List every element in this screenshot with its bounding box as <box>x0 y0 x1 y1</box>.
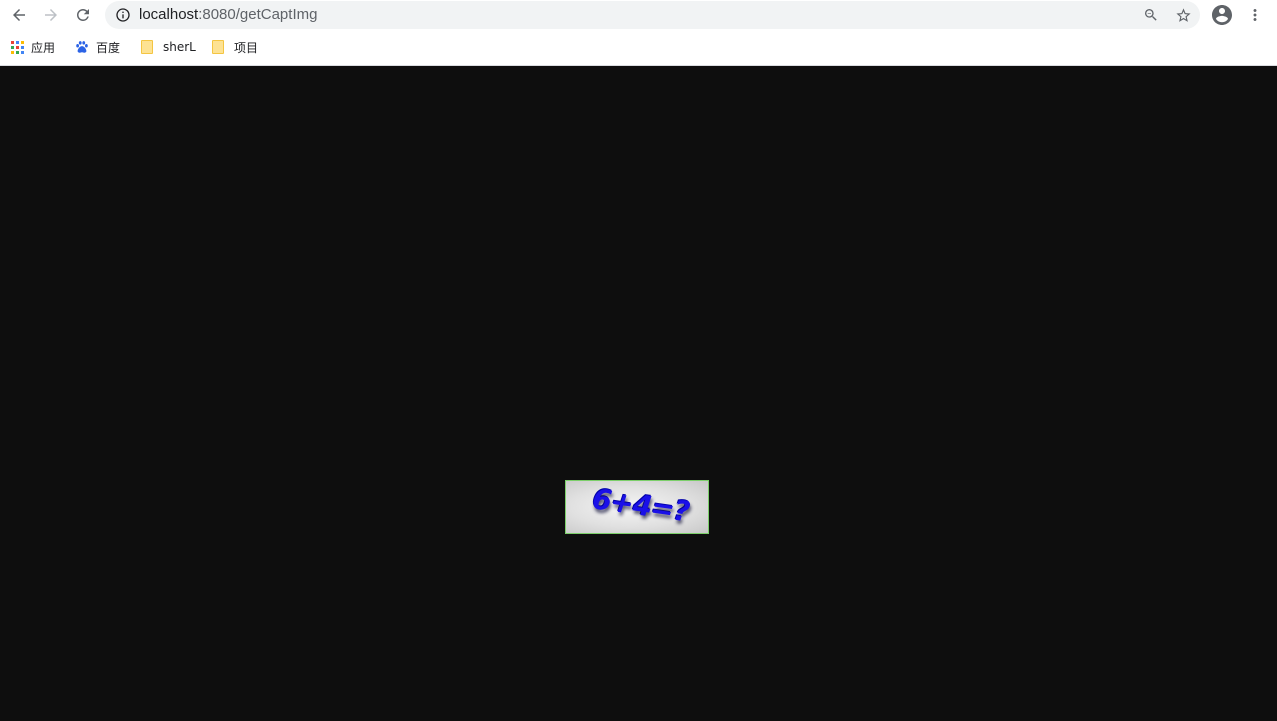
bookmark-label: sherL <box>163 40 196 54</box>
address-bar[interactable]: localhost:8080/getCaptImg <box>105 1 1200 29</box>
menu-button[interactable] <box>1243 3 1267 27</box>
arrow-right-icon <box>45 9 57 21</box>
captcha-text: 6+4=? <box>587 482 694 529</box>
url-text[interactable]: localhost:8080/getCaptImg <box>139 6 317 24</box>
captcha-image: 6+4=? <box>565 480 709 534</box>
back-button[interactable] <box>7 3 31 27</box>
bookmark-label: 百度 <box>96 40 121 55</box>
bookmark-baidu[interactable]: 百度 <box>75 38 120 56</box>
folder-icon <box>141 40 153 54</box>
zoom-out-icon <box>1145 9 1157 21</box>
bookmark-star-button[interactable] <box>1173 5 1193 25</box>
star-icon <box>1175 7 1191 22</box>
bookmark-label: 应用 <box>31 40 56 55</box>
folder-icon <box>212 40 224 54</box>
browser-toolbar: localhost:8080/getCaptImg <box>0 0 1277 30</box>
zoom-button[interactable] <box>1141 5 1161 25</box>
profile-button[interactable] <box>1210 3 1234 27</box>
reload-button[interactable] <box>71 3 95 27</box>
apps-grid-icon <box>11 40 24 54</box>
more-vert-icon <box>1253 9 1257 21</box>
account-circle-icon <box>1212 5 1232 25</box>
url-path: :8080/getCaptImg <box>198 6 318 23</box>
bookmarks-bar: 应用 百度 sherL 项目 <box>0 30 1277 66</box>
bookmark-apps[interactable]: 应用 <box>11 38 55 56</box>
baidu-paw-icon <box>76 41 88 53</box>
reload-icon <box>77 8 89 21</box>
bookmark-folder-sherl[interactable]: sherL <box>141 38 196 56</box>
page-content: 6+4=? <box>0 66 1277 721</box>
forward-button[interactable] <box>39 3 63 27</box>
bookmark-label: 项目 <box>234 40 259 55</box>
bookmark-folder-project[interactable]: 项目 <box>212 38 258 56</box>
arrow-left-icon <box>13 9 25 21</box>
url-host: localhost <box>139 6 199 23</box>
info-icon[interactable] <box>115 7 131 23</box>
